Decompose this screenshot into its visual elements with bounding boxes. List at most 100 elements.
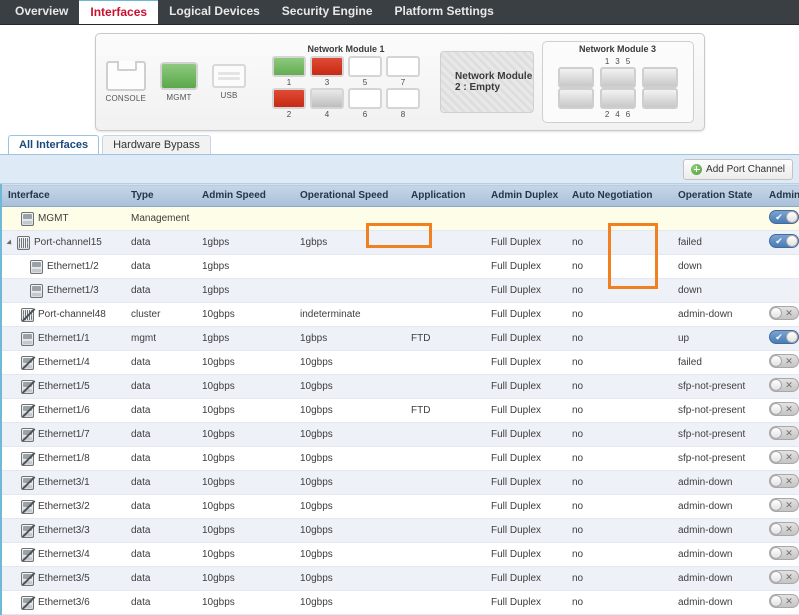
expand-collapse-triangle-icon[interactable] <box>6 238 14 247</box>
interface-name-label: Ethernet3/6 <box>38 597 90 608</box>
cell-admin-speed: 1gbps <box>194 278 292 303</box>
nav-tab-platform-settings[interactable]: Platform Settings <box>384 0 505 24</box>
table-row[interactable]: MGMT Management ✔ <box>0 206 799 231</box>
column-header-admin-speed[interactable]: Admin Speed <box>194 184 292 207</box>
admin-state-toggle-off[interactable]: ✕ <box>769 498 799 512</box>
admin-state-toggle-off[interactable]: ✕ <box>769 354 799 368</box>
cell-admin-speed: 1gbps <box>194 230 292 255</box>
cell-operation-state <box>670 206 761 231</box>
nm3-top-numbers: 135 <box>602 56 633 67</box>
add-port-channel-button[interactable]: Add Port Channel <box>683 158 793 180</box>
table-row[interactable]: Ethernet1/8 data 10gbps 10gbps Full Duplex no… <box>0 446 799 471</box>
cell-operation-state: down <box>670 278 761 303</box>
admin-state-toggle-on[interactable]: ✔ <box>769 234 799 248</box>
nav-tab-interfaces[interactable]: Interfaces <box>79 0 159 24</box>
port-number-label: 6 <box>362 110 368 119</box>
table-row[interactable]: Ethernet1/1 mgmt 1gbps 1gbps FTD Full Duplex n… <box>0 326 799 351</box>
column-header-operation-state[interactable]: Operation State <box>670 184 761 207</box>
admin-state-toggle-on[interactable]: ✔ <box>769 210 799 224</box>
nm3-port-3[interactable] <box>599 67 636 88</box>
cell-type: data <box>123 446 194 471</box>
interface-disabled-icon <box>21 595 34 610</box>
column-header-application[interactable]: Application <box>403 184 483 207</box>
admin-state-toggle-off[interactable]: ✕ <box>769 426 799 440</box>
console-port[interactable]: CONSOLE <box>106 61 147 103</box>
sfp-port-icon <box>641 67 678 88</box>
nm3-port-4[interactable] <box>599 88 636 109</box>
column-header-admin-state[interactable]: Admin State <box>761 184 799 207</box>
cell-operation-state: admin-down <box>670 566 761 591</box>
cell-admin-speed: 10gbps <box>194 374 292 399</box>
table-row[interactable]: Ethernet3/4 data 10gbps 10gbps Full Duplex no… <box>0 542 799 567</box>
admin-state-toggle-off[interactable]: ✕ <box>769 378 799 392</box>
table-toolbar: Add Port Channel <box>0 155 799 184</box>
table-row[interactable]: Ethernet1/3 data 1gbps Full Duplex no down <box>0 278 799 303</box>
sfp-port-icon <box>348 88 383 109</box>
network-module-3[interactable]: Network Module 3 135 246 <box>541 41 694 123</box>
admin-state-toggle-off[interactable]: ✕ <box>769 522 799 536</box>
cell-type: data <box>123 350 194 375</box>
admin-state-toggle-off[interactable]: ✕ <box>769 546 799 560</box>
table-row[interactable]: Ethernet3/1 data 10gbps 10gbps Full Duplex no… <box>0 470 799 495</box>
usb-port[interactable]: USB <box>212 64 247 100</box>
nm1-port-7[interactable]: 7 <box>386 56 421 88</box>
nm3-port-6[interactable] <box>641 88 678 109</box>
nm1-port-3[interactable]: 3 <box>310 56 345 88</box>
column-header-admin-duplex[interactable]: Admin Duplex <box>483 184 564 207</box>
nm3-port-1[interactable] <box>557 67 594 88</box>
interface-name-label: Port-channel48 <box>38 309 106 320</box>
subtab-all-interfaces[interactable]: All Interfaces <box>8 135 100 154</box>
cross-icon: ✕ <box>785 356 793 366</box>
table-row[interactable]: Port-channel48 cluster 10gbps indeterminate… <box>0 302 799 327</box>
network-module-1[interactable]: Network Module 1 1 3 5 7 2 4 6 8 <box>270 44 422 120</box>
admin-state-toggle-on[interactable]: ✔ <box>769 330 799 344</box>
cell-application <box>403 518 483 543</box>
cell-type: data <box>123 230 194 255</box>
table-row[interactable]: Ethernet1/4 data 10gbps 10gbps Full Duplex no… <box>0 350 799 375</box>
table-row[interactable]: Ethernet1/2 data 1gbps Full Duplex no down <box>0 254 799 279</box>
sfp-port-icon <box>348 56 383 77</box>
column-header-operational-speed[interactable]: Operational Speed <box>292 184 403 207</box>
table-row[interactable]: Ethernet3/6 data 10gbps 10gbps Full Duplex no… <box>0 590 799 615</box>
column-header-type[interactable]: Type <box>123 184 194 207</box>
nm1-port-8[interactable]: 8 <box>386 88 421 120</box>
nm3-port-number: 6 <box>626 109 630 120</box>
cell-application <box>403 230 483 255</box>
cell-admin-state: ✕ <box>761 590 799 615</box>
nav-tab-security-engine[interactable]: Security Engine <box>271 0 384 24</box>
nm1-port-5[interactable]: 5 <box>348 56 383 88</box>
nav-tab-overview[interactable]: Overview <box>4 0 79 24</box>
admin-state-toggle-off[interactable]: ✕ <box>769 402 799 416</box>
mgmt-label: MGMT <box>166 93 192 102</box>
cell-admin-state: ✔ <box>761 206 799 231</box>
table-row[interactable]: Ethernet1/6 data 10gbps 10gbps FTD Full Duple… <box>0 398 799 423</box>
nm3-port-5[interactable] <box>641 67 678 88</box>
subtab-hardware-bypass[interactable]: Hardware Bypass <box>102 135 211 154</box>
column-header-interface[interactable]: Interface <box>0 184 123 207</box>
sfp-port-icon <box>557 88 594 109</box>
nm3-port-2[interactable] <box>557 88 594 109</box>
column-header-auto-negotiation[interactable]: Auto Negotiation <box>564 184 670 207</box>
nav-tab-logical-devices[interactable]: Logical Devices <box>158 0 271 24</box>
admin-state-toggle-off[interactable]: ✕ <box>769 474 799 488</box>
nm1-port-1[interactable]: 1 <box>272 56 307 88</box>
nm1-port-4[interactable]: 4 <box>310 88 345 120</box>
cell-interface: Ethernet3/2 <box>0 494 123 519</box>
mgmt-port[interactable]: MGMT <box>160 62 199 102</box>
interface-name-label: Ethernet1/4 <box>38 357 90 368</box>
table-row[interactable]: Ethernet3/2 data 10gbps 10gbps Full Duplex no… <box>0 494 799 519</box>
nm3-port-number: 4 <box>615 109 619 120</box>
sfp-port-icon <box>599 67 636 88</box>
table-row[interactable]: Port-channel15 data 1gbps 1gbps Full Duplex n… <box>0 230 799 255</box>
table-row[interactable]: Ethernet1/7 data 10gbps 10gbps Full Duplex no… <box>0 422 799 447</box>
cell-operation-state: admin-down <box>670 470 761 495</box>
admin-state-toggle-off[interactable]: ✕ <box>769 570 799 584</box>
table-row[interactable]: Ethernet1/5 data 10gbps 10gbps Full Duplex no… <box>0 374 799 399</box>
admin-state-toggle-off[interactable]: ✕ <box>769 306 799 320</box>
table-row[interactable]: Ethernet3/5 data 10gbps 10gbps Full Duplex no… <box>0 566 799 591</box>
nm1-port-2[interactable]: 2 <box>272 88 307 120</box>
admin-state-toggle-off[interactable]: ✕ <box>769 594 799 608</box>
table-row[interactable]: Ethernet3/3 data 10gbps 10gbps Full Duplex no… <box>0 518 799 543</box>
admin-state-toggle-off[interactable]: ✕ <box>769 450 799 464</box>
nm1-port-6[interactable]: 6 <box>348 88 383 120</box>
